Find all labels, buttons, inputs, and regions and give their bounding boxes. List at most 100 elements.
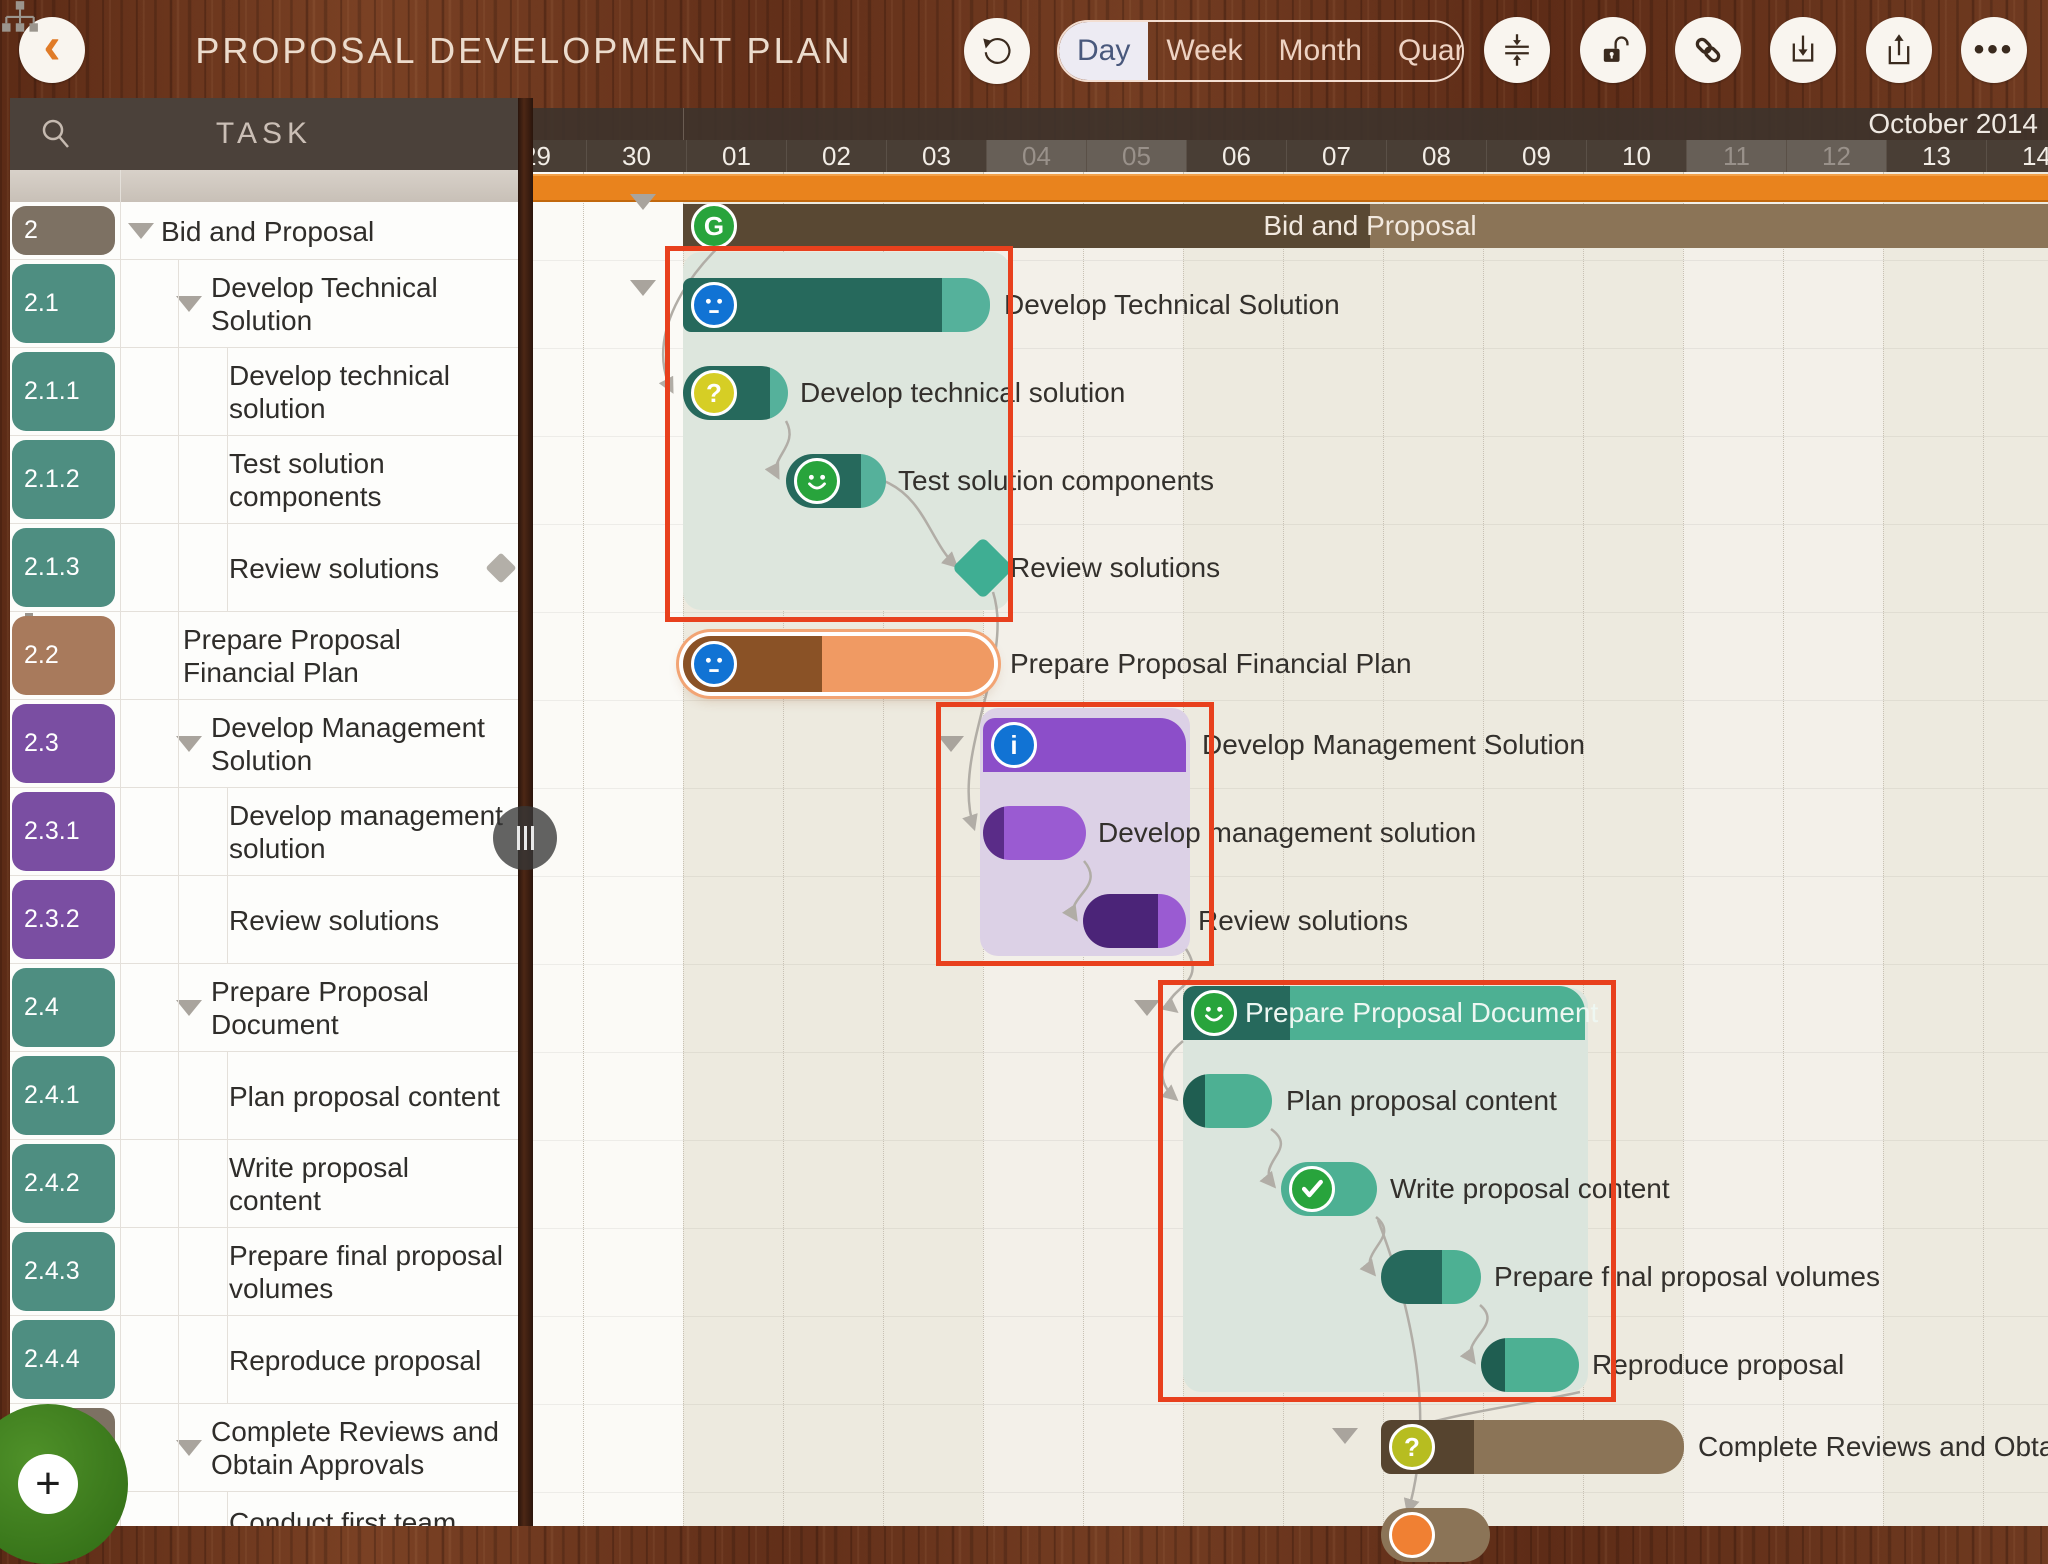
row-gridline <box>533 524 2048 525</box>
more-icon: ••• <box>1974 33 2015 67</box>
day-gridline <box>1183 172 1184 1526</box>
task-panel-header: TASK <box>10 98 518 170</box>
day-header-cell-10: 10 <box>1587 140 1687 172</box>
splitter-drag-handle[interactable] <box>493 806 557 870</box>
task-row-2.1[interactable]: 2.1Develop TechnicalSolution <box>10 260 518 348</box>
scrolled-row-remnant <box>10 170 518 202</box>
view-option-day[interactable]: Day <box>1059 22 1148 80</box>
search-icon[interactable] <box>38 116 74 152</box>
day-gridline <box>1983 172 1984 1526</box>
gantt-bar-2.3[interactable] <box>983 718 1186 772</box>
day-header-band: 29300102030405060708091011121314 <box>533 140 2048 172</box>
wbs-chip: 2.3 <box>12 704 115 783</box>
bar-label-2.3: Develop Management Solution <box>1202 718 1585 772</box>
row-gridline <box>533 260 2048 261</box>
bar-label-2.1.2: Test solution components <box>898 454 1214 508</box>
link-button[interactable] <box>1675 17 1741 83</box>
task-row-2.3[interactable]: 2.3Develop ManagementSolution <box>10 700 518 788</box>
task-name-label: Test solutioncomponents <box>229 436 518 524</box>
day-gridline <box>1583 172 1584 1526</box>
milestone-diamond-2.1.3[interactable] <box>952 537 1014 599</box>
gantt-bar-2.1.1[interactable] <box>683 366 788 420</box>
download-button[interactable] <box>1770 17 1836 83</box>
task-row-2.1.2[interactable]: 2.1.2Test solutioncomponents <box>10 436 518 524</box>
indent-guide-3 <box>227 788 228 964</box>
gantt-bar-2.4.2[interactable] <box>1281 1162 1377 1216</box>
day-gridline <box>683 172 684 1526</box>
disclosure-triangle-icon[interactable] <box>176 1440 202 1456</box>
indent-guide-2 <box>178 260 179 1526</box>
gantt-bar-2.3.1[interactable] <box>983 806 1086 860</box>
project-summary-bar[interactable] <box>533 174 2048 202</box>
collapse-rows-button[interactable] <box>1484 17 1550 83</box>
day-gridline <box>883 172 884 1526</box>
disclosure-triangle-icon[interactable] <box>176 1000 202 1016</box>
view-scale-segmented-control: DayWeekMonthQuarter <box>1057 20 1464 82</box>
task-outline-panel: TASK 2Bid and Proposal2.1Develop Technic… <box>10 98 518 1526</box>
task-row-2.4[interactable]: 2.4Prepare ProposalDocument <box>10 964 518 1052</box>
view-option-quarter[interactable]: Quarter <box>1380 22 1464 80</box>
gantt-bar-2.4.3[interactable] <box>1381 1250 1481 1304</box>
task-name-label: Prepare final proposalvolumes <box>229 1228 518 1316</box>
row-gridline <box>533 1404 2048 1405</box>
task-row-2.4.1[interactable]: 2.4.1Plan proposal content <box>10 1052 518 1140</box>
task-name-label: Prepare ProposalFinancial Plan <box>183 612 478 700</box>
month-divider <box>683 108 684 140</box>
undo-icon <box>977 31 1017 71</box>
gantt-bar-2.4.1[interactable] <box>1183 1074 1272 1128</box>
bar-label-2.1.3: Review solutions <box>1010 541 1220 595</box>
wbs-chip: 2.3.2 <box>12 880 115 959</box>
disclosure-triangle-icon[interactable] <box>176 296 202 312</box>
indent-guide-3 <box>227 1492 228 1526</box>
task-name-label: Reproduce proposal <box>229 1316 518 1404</box>
gantt-bar-2.2[interactable] <box>683 636 994 692</box>
task-row-2.4.4[interactable]: 2.4.4Reproduce proposal <box>10 1316 518 1404</box>
indent-guide-1 <box>120 170 121 1526</box>
disclosure-triangle-icon[interactable] <box>128 223 154 239</box>
gantt-bar-2.1.2[interactable] <box>786 454 886 508</box>
task-row-2.1.1[interactable]: 2.1.1Develop technicalsolution <box>10 348 518 436</box>
view-option-month[interactable]: Month <box>1261 22 1380 80</box>
day-header-cell-03: 03 <box>887 140 987 172</box>
more-button[interactable]: ••• <box>1961 17 2027 83</box>
gantt-bar-2.4[interactable] <box>1183 986 1585 1040</box>
disclosure-triangle-icon[interactable] <box>176 736 202 752</box>
task-row-2.3.1[interactable]: 2.3.1Develop managementsolution <box>10 788 518 876</box>
unlock-button[interactable] <box>1580 17 1646 83</box>
wbs-chip: 2.4.3 <box>12 1232 115 1311</box>
view-option-week[interactable]: Week <box>1148 22 1260 80</box>
bottom-wood-strip <box>0 1526 2048 1536</box>
task-row-2.2[interactable]: 2.2Prepare ProposalFinancial Plan <box>10 612 518 700</box>
task-row-2[interactable]: 2Bid and Proposal <box>10 202 518 260</box>
wbs-chip: 2.4 <box>12 968 115 1047</box>
share-button[interactable] <box>1866 17 1932 83</box>
wbs-chip: 2.4.1 <box>12 1056 115 1135</box>
task-name-label: Develop TechnicalSolution <box>211 260 506 348</box>
day-gridline <box>983 172 984 1526</box>
gantt-bar-2.5.1[interactable] <box>1381 1508 1490 1562</box>
gantt-bar-2[interactable] <box>683 204 2048 248</box>
day-header-cell-30: 30 <box>587 140 687 172</box>
task-row-2.1.3[interactable]: 2.1.3Review solutions <box>10 524 518 612</box>
task-row-2.4.3[interactable]: 2.4.3 Prepare final proposalvolumes <box>10 1228 518 1316</box>
task-name-label: Conduct first team <box>229 1492 518 1526</box>
download-icon <box>1782 29 1824 71</box>
wbs-chip: 2.1.3 <box>12 528 115 607</box>
gantt-bar-2.3.2[interactable] <box>1083 894 1186 948</box>
gantt-bar-2.1[interactable] <box>683 278 990 332</box>
row-gridline <box>533 700 2048 701</box>
wbs-chip: 2.4.2 <box>12 1144 115 1223</box>
day-header-cell-07: 07 <box>1287 140 1387 172</box>
back-button[interactable]: ‹ <box>19 17 85 83</box>
day-header-cell-29: 29 <box>533 140 587 172</box>
bar-label-2.4.1: Plan proposal content <box>1286 1074 1557 1128</box>
task-row-2.3.2[interactable]: 2.3.2Review solutions <box>10 876 518 964</box>
bar-label-2.2: Prepare Proposal Financial Plan <box>1010 636 1412 692</box>
gantt-bar-2.4.4[interactable] <box>1481 1338 1579 1392</box>
gantt-bar-2.5[interactable] <box>1381 1420 1684 1474</box>
row-gridline <box>533 348 2048 349</box>
share-icon <box>1878 29 1920 71</box>
task-row-2.4.2[interactable]: 2.4.2Write proposalcontent <box>10 1140 518 1228</box>
undo-button[interactable] <box>964 18 1030 84</box>
chart-disclosure-triangle-icon <box>630 280 656 296</box>
